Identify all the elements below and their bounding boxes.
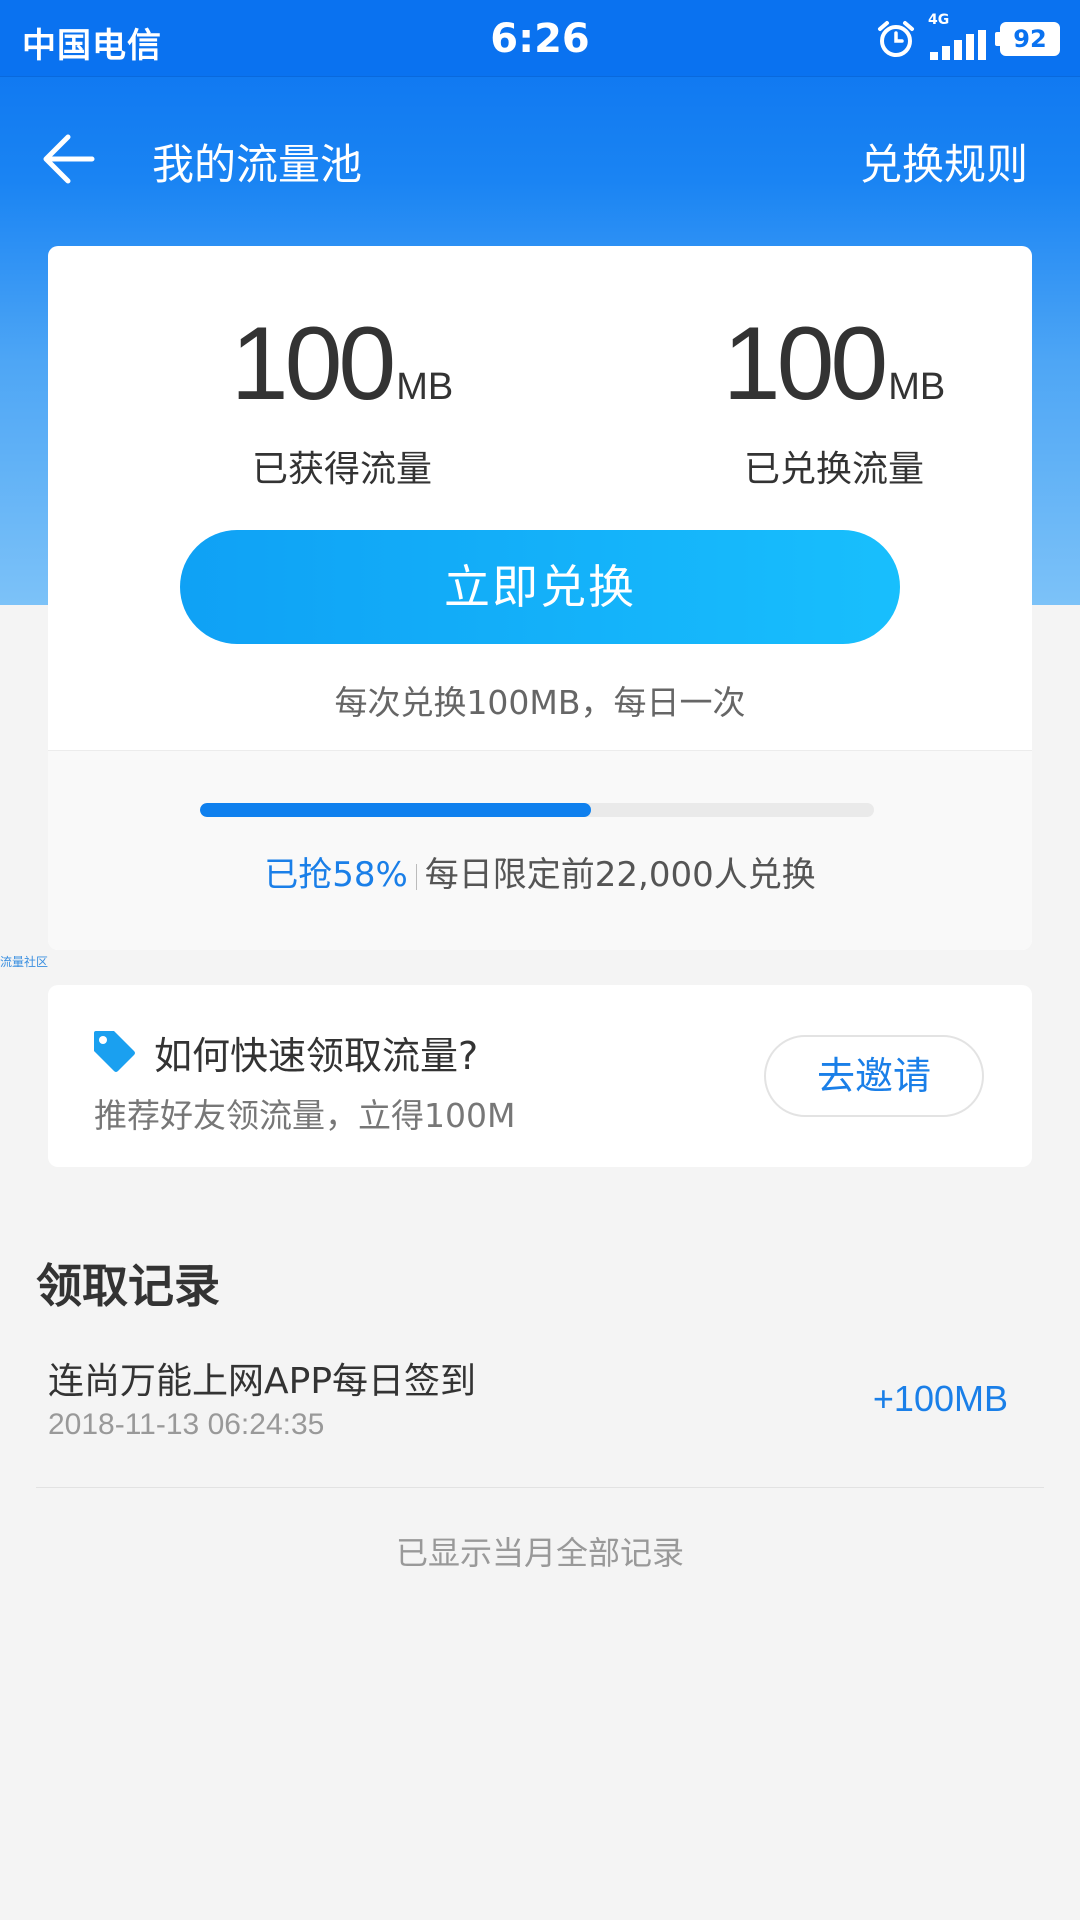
invite-button[interactable]: 去邀请	[764, 1035, 984, 1117]
nav-bar: 我的流量池 兑换规则	[0, 77, 1080, 247]
redeemed-value: 100	[722, 306, 889, 422]
earned-traffic-stat: 100 MB 已获得流量	[142, 312, 542, 492]
records-heading: 领取记录	[36, 1259, 220, 1313]
traffic-summary-card: 100 MB 已获得流量 100 MB 已兑换流量 立即兑换 每次兑换100MB…	[48, 246, 1032, 950]
daily-limit-text: 每日限定前22,000人兑换	[424, 855, 816, 895]
redeem-now-button[interactable]: 立即兑换	[180, 530, 900, 644]
arrow-left-icon	[43, 134, 95, 184]
status-bar: 中国电信 6:26 4G 92	[0, 0, 1080, 77]
redeemed-value-row: 100 MB	[634, 312, 1032, 416]
redeem-note: 每次兑换100MB，每日一次	[334, 683, 746, 722]
earned-unit: MB	[396, 366, 454, 408]
watermark: 流量社区	[0, 955, 49, 969]
alarm-icon	[878, 21, 914, 57]
redeemed-traffic-stat: 100 MB 已兑换流量	[634, 312, 1032, 492]
status-icons: 4G 92	[876, 12, 1060, 60]
grabbed-percent: 已抢58%	[264, 855, 408, 895]
progress-section: 已抢58% 每日限定前22,000人兑换	[48, 750, 1032, 950]
battery-icon: 92	[995, 22, 1060, 56]
progress-fill	[200, 803, 591, 817]
tag-icon	[94, 1031, 135, 1072]
record-row[interactable]: 连尚万能上网APP每日签到 2018-11-13 06:24:35 +100MB	[36, 1342, 1044, 1488]
invite-subtitle: 推荐好友领流量，立得100M	[94, 1096, 516, 1135]
earned-value-row: 100 MB	[142, 312, 542, 416]
redeemed-label: 已兑换流量	[743, 449, 924, 490]
redeemed-unit: MB	[888, 366, 946, 408]
progress-text: 已抢58% 每日限定前22,000人兑换	[48, 847, 1032, 896]
record-time: 2018-11-13 06:24:35	[48, 1408, 325, 1441]
back-button[interactable]	[40, 129, 110, 189]
network-indicator: 4G	[928, 12, 988, 60]
earned-label: 已获得流量	[251, 449, 432, 490]
network-type: 4G	[928, 12, 950, 28]
progress-bar	[200, 803, 874, 817]
record-amount: +100MB	[872, 1378, 1008, 1419]
records-end-text: 已显示当月全部记录	[395, 1534, 684, 1572]
divider	[415, 863, 417, 890]
signal-icon	[930, 30, 986, 60]
exchange-rules-link[interactable]: 兑换规则	[860, 131, 1028, 192]
page-title: 我的流量池	[152, 140, 363, 189]
invite-title: 如何快速领取流量?	[154, 1034, 479, 1078]
invite-card: 如何快速领取流量? 推荐好友领流量，立得100M 去邀请	[48, 985, 1032, 1167]
earned-value: 100	[230, 306, 397, 422]
record-name: 连尚万能上网APP每日签到	[48, 1361, 477, 1402]
